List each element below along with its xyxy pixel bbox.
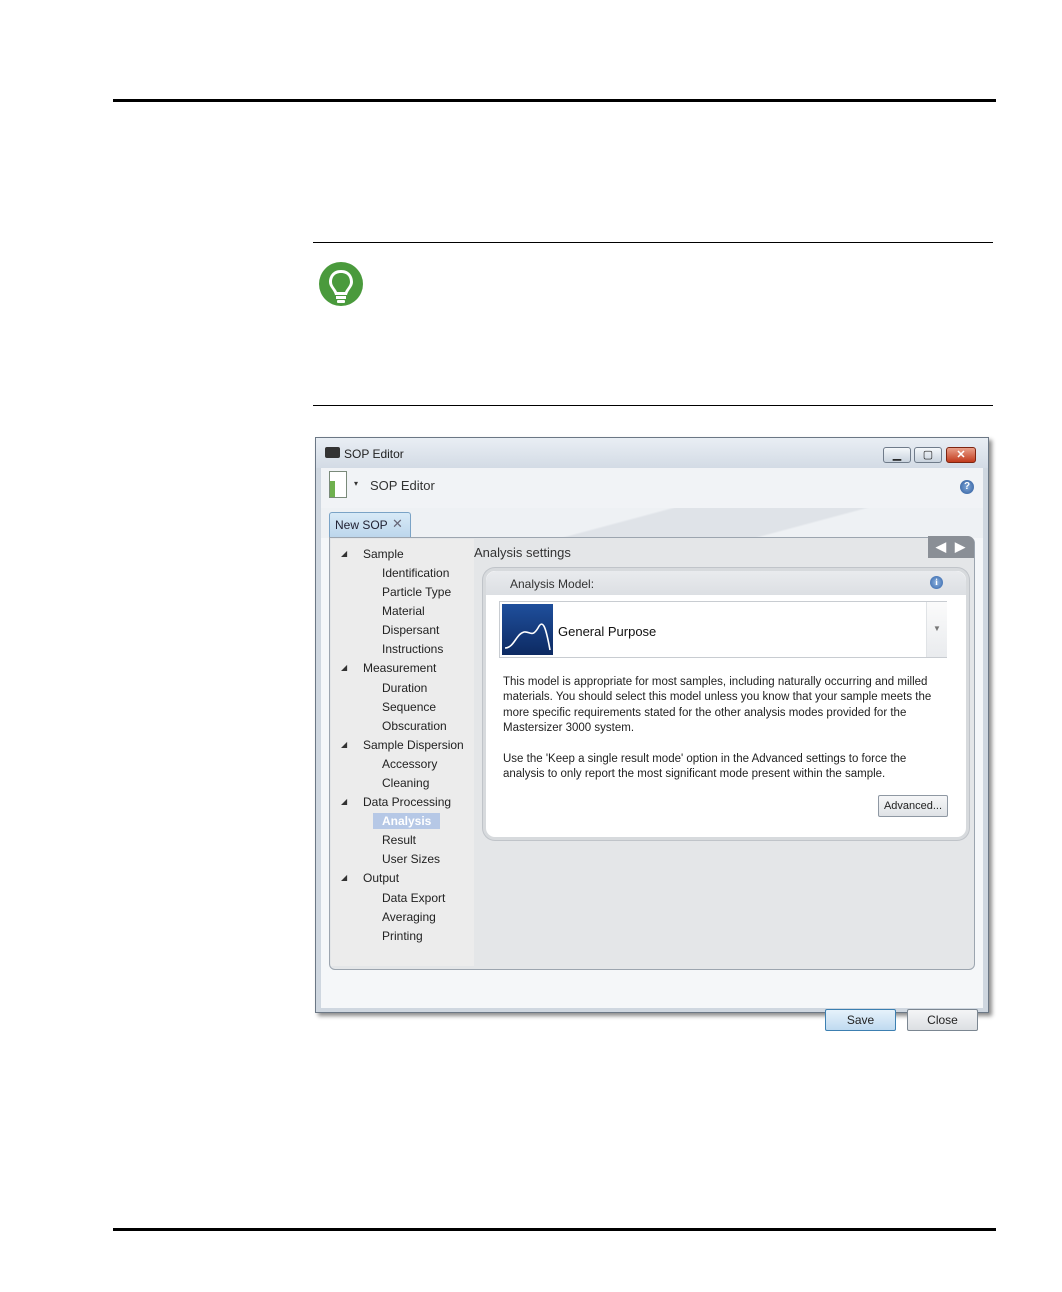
window-title: SOP Editor — [344, 447, 404, 461]
nav-item-instructions[interactable]: Instructions — [382, 642, 443, 656]
next-section-icon[interactable]: ▶ — [955, 539, 965, 555]
editor-content: ◢ Sample Identification Particle Type Ma… — [329, 536, 975, 970]
hint-top-rule — [313, 242, 993, 243]
nav-item-cleaning[interactable]: Cleaning — [382, 776, 429, 790]
tab-close-icon[interactable]: ✕ — [392, 516, 403, 532]
nav-item-accessory[interactable]: Accessory — [382, 757, 437, 771]
lightbulb-icon — [319, 262, 363, 306]
app-icon — [325, 447, 340, 458]
analysis-model-panel: Analysis Model: i General Purpose ▼ This… — [483, 568, 969, 840]
nav-section-sample-dispersion[interactable]: Sample Dispersion — [363, 738, 464, 752]
nav-item-result[interactable]: Result — [382, 833, 416, 847]
close-button[interactable]: Close — [907, 1009, 978, 1031]
collapse-triangle-icon[interactable]: ◢ — [341, 549, 347, 558]
hint-bottom-rule — [313, 405, 993, 406]
nav-item-material[interactable]: Material — [382, 604, 425, 618]
close-window-button[interactable]: ✕ — [946, 447, 976, 463]
sop-document-icon[interactable] — [329, 471, 347, 498]
model-thumbnail-icon — [502, 604, 553, 655]
nav-section-data-processing[interactable]: Data Processing — [363, 795, 451, 809]
toolbar: ▾ SOP Editor ? — [321, 468, 983, 508]
bottom-rule — [113, 1228, 996, 1231]
chevron-down-icon[interactable]: ▾ — [354, 479, 358, 488]
model-description: This model is appropriate for most sampl… — [503, 675, 943, 797]
description-paragraph: This model is appropriate for most sampl… — [503, 676, 932, 735]
collapse-triangle-icon[interactable]: ◢ — [341, 663, 347, 672]
nav-item-duration[interactable]: Duration — [382, 681, 427, 695]
analysis-model-select[interactable]: General Purpose ▼ — [499, 601, 947, 658]
nav-section-output[interactable]: Output — [363, 871, 399, 885]
nav-item-identification[interactable]: Identification — [382, 566, 449, 580]
info-icon[interactable]: i — [930, 576, 943, 589]
nav-item-data-export[interactable]: Data Export — [382, 891, 445, 905]
nav-item-obscuration[interactable]: Obscuration — [382, 719, 447, 733]
panel-header: Analysis Model: i — [486, 571, 966, 595]
prev-section-icon[interactable]: ◀ — [936, 539, 946, 555]
section-pager: ◀ ▶ — [928, 536, 974, 558]
collapse-triangle-icon[interactable]: ◢ — [341, 797, 347, 806]
settings-title: Analysis settings — [474, 545, 571, 560]
save-button[interactable]: Save — [825, 1009, 896, 1031]
top-rule — [113, 99, 996, 102]
settings-nav-tree: ◢ Sample Identification Particle Type Ma… — [331, 539, 474, 966]
minimize-icon: ▁ — [892, 449, 902, 461]
maximize-button[interactable]: ▢ — [914, 447, 942, 463]
nav-item-analysis-selected[interactable]: Analysis — [373, 813, 441, 829]
toolbar-title: SOP Editor — [370, 478, 435, 493]
maximize-icon: ▢ — [922, 449, 934, 461]
window-client: ▾ SOP Editor ? New SOP ✕ ◢ Sample Identi… — [321, 468, 983, 1031]
panel-header-label: Analysis Model: — [510, 577, 595, 591]
sop-editor-window: SOP Editor ▁ ▢ ✕ ▾ SOP Editor ? New SOP … — [315, 437, 989, 1031]
nav-item-printing[interactable]: Printing — [382, 929, 423, 943]
tab-strip: New SOP ✕ — [321, 508, 983, 538]
nav-section-sample[interactable]: Sample — [363, 547, 404, 561]
nav-item-averaging[interactable]: Averaging — [382, 910, 436, 924]
nav-item-dispersant[interactable]: Dispersant — [382, 623, 439, 637]
chevron-down-icon: ▼ — [933, 624, 941, 633]
collapse-triangle-icon[interactable]: ◢ — [341, 873, 347, 882]
close-icon: ✕ — [956, 449, 966, 461]
title-bar[interactable]: SOP Editor ▁ ▢ ✕ — [316, 438, 988, 468]
advanced-button[interactable]: Advanced... — [878, 795, 948, 817]
nav-item-sequence[interactable]: Sequence — [382, 700, 436, 714]
model-name: General Purpose — [558, 624, 657, 639]
help-icon[interactable]: ? — [960, 480, 974, 494]
tab-label: New SOP — [335, 518, 388, 532]
collapse-triangle-icon[interactable]: ◢ — [341, 740, 347, 749]
tab-new-sop[interactable]: New SOP ✕ — [329, 512, 411, 537]
description-paragraph: Use the 'Keep a single result mode' opti… — [503, 752, 907, 781]
minimize-button[interactable]: ▁ — [883, 447, 911, 463]
model-dropdown-button[interactable]: ▼ — [926, 602, 947, 657]
nav-section-measurement[interactable]: Measurement — [363, 661, 436, 675]
nav-item-particle-type[interactable]: Particle Type — [382, 585, 451, 599]
nav-item-user-sizes[interactable]: User Sizes — [382, 852, 440, 866]
